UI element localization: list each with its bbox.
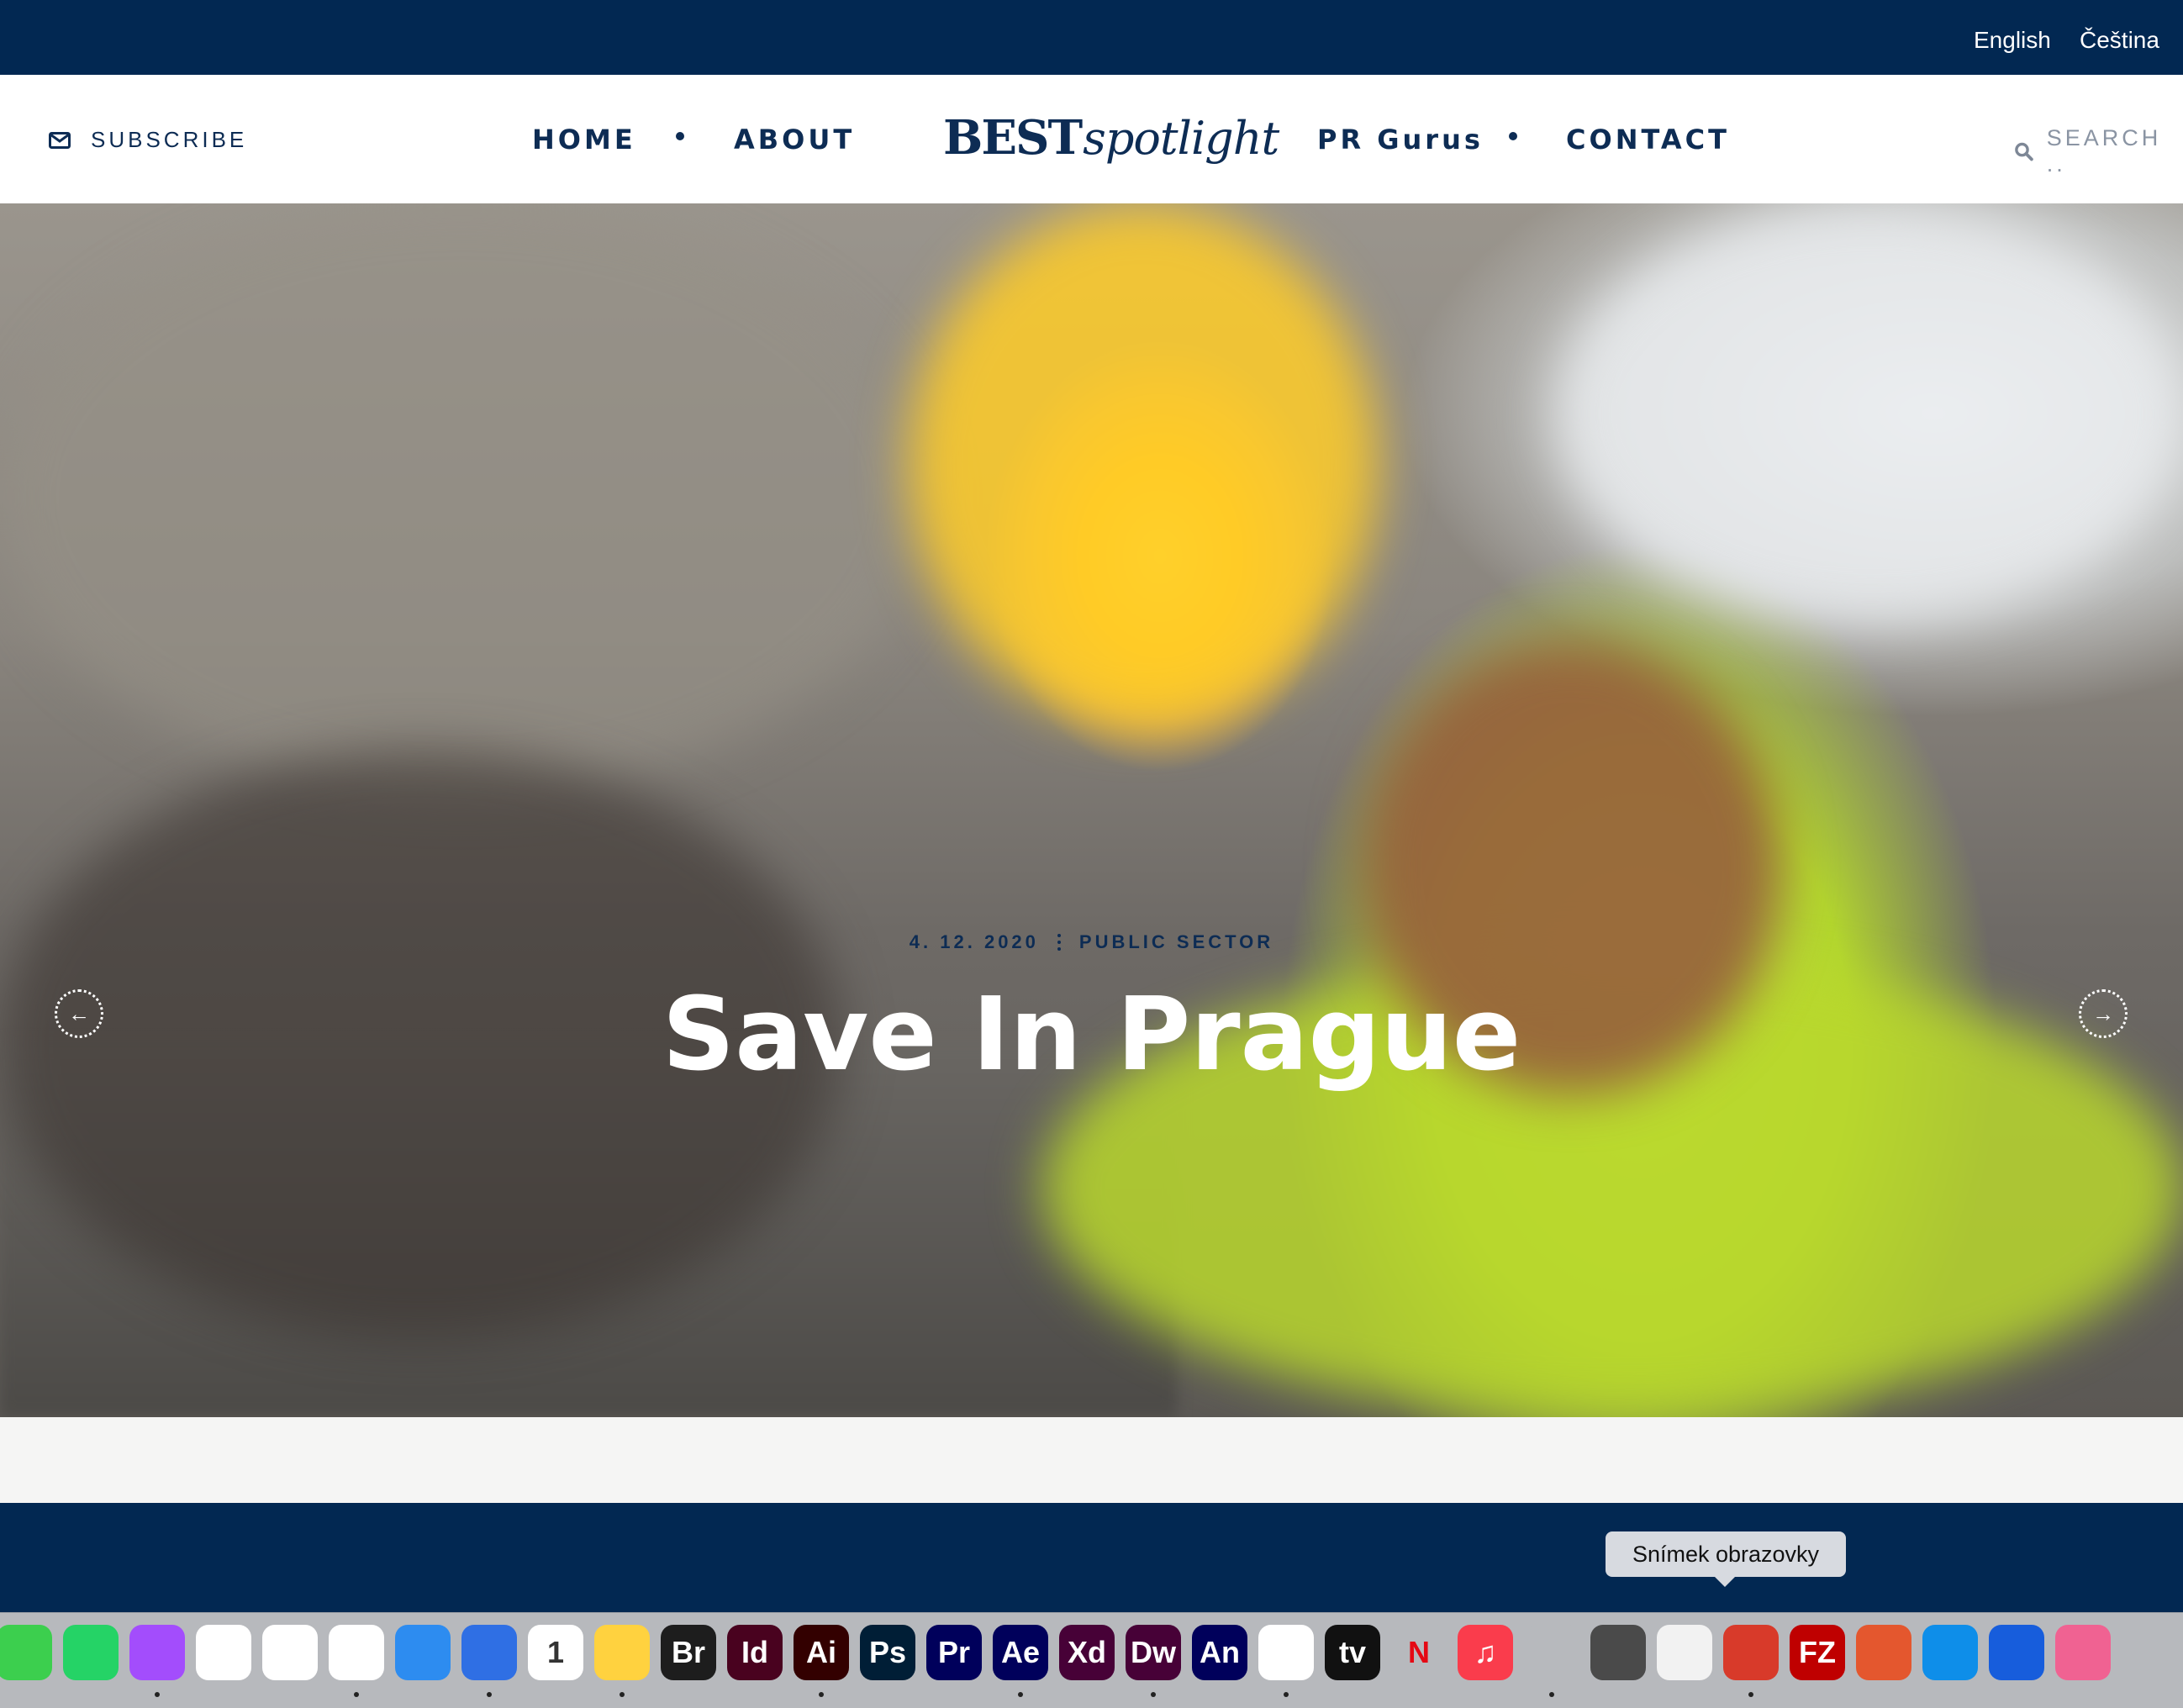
home-icon[interactable]: [1258, 1625, 1314, 1680]
google-photos-icon[interactable]: [262, 1625, 318, 1680]
hero-slide-image: 4. 12. 2020 PUBLIC SECTOR Save In Prague…: [0, 203, 2183, 1417]
tips-icon[interactable]: [594, 1625, 650, 1680]
subscribe-button[interactable]: SUBSCRIBE: [49, 127, 247, 153]
bridge-icon[interactable]: Br: [661, 1625, 716, 1680]
logo-script-text: spotlight: [1083, 112, 1279, 165]
nav-home[interactable]: HOME: [532, 124, 636, 156]
language-czech-link[interactable]: Čeština: [2080, 27, 2159, 54]
animate-icon[interactable]: An: [1192, 1625, 1247, 1680]
music-icon[interactable]: ♫: [1458, 1625, 1513, 1680]
logo-bold-text: BEST: [943, 110, 1083, 166]
dock-running-indicator: [1151, 1692, 1156, 1697]
messenger-icon[interactable]: [129, 1625, 185, 1680]
macos-dock: 1 Br Id Ai Ps Pr Ae Xd Dw An tv N ♫ FZ: [0, 1612, 2183, 1708]
dock-running-indicator: [1018, 1692, 1023, 1697]
dock-tooltip: Snímek obrazovky: [1606, 1531, 1846, 1587]
whatsapp-icon[interactable]: [63, 1625, 119, 1680]
calculator-icon[interactable]: [1590, 1625, 1646, 1680]
post-title[interactable]: Save In Prague: [0, 977, 2183, 1094]
vlc-icon[interactable]: [1524, 1625, 1579, 1680]
compass-icon[interactable]: [1723, 1625, 1779, 1680]
teamviewer-icon[interactable]: [1922, 1625, 1978, 1680]
screenshot-icon[interactable]: [1657, 1625, 1712, 1680]
dreamweaver-icon[interactable]: Dw: [1126, 1625, 1181, 1680]
indesign-icon[interactable]: Id: [727, 1625, 783, 1680]
premiere-icon[interactable]: Pr: [926, 1625, 982, 1680]
calendar-icon[interactable]: 1: [528, 1625, 583, 1680]
dock-running-indicator: [620, 1692, 625, 1697]
nav-separator: [676, 132, 684, 140]
search-icon: [2015, 142, 2033, 161]
xd-icon[interactable]: Xd: [1059, 1625, 1115, 1680]
dock-running-indicator: [1549, 1692, 1554, 1697]
slider-prev-arrow-icon[interactable]: ←: [55, 989, 103, 1038]
illustrator-icon[interactable]: Ai: [794, 1625, 849, 1680]
site-logo[interactable]: BEST spotlight: [943, 110, 1279, 169]
dock-running-indicator: [155, 1692, 160, 1697]
cleanmymac-icon[interactable]: [2055, 1625, 2111, 1680]
netflix-icon[interactable]: N: [1391, 1625, 1447, 1680]
search-field[interactable]: SEARCH ..: [2014, 125, 2183, 177]
language-english-link[interactable]: English: [1974, 27, 2051, 54]
envelope-icon: [49, 131, 71, 149]
slider-next-arrow-icon[interactable]: →: [2079, 989, 2128, 1038]
google-maps-icon[interactable]: [196, 1625, 251, 1680]
dock-running-indicator: [819, 1692, 824, 1697]
spark-icon[interactable]: [461, 1625, 517, 1680]
photoshop-icon[interactable]: Ps: [860, 1625, 915, 1680]
subscribe-label: SUBSCRIBE: [91, 127, 248, 152]
post-category[interactable]: PUBLIC SECTOR: [1079, 931, 1273, 953]
nav-separator: [1509, 132, 1517, 140]
chrome-icon[interactable]: [329, 1625, 384, 1680]
nav-about[interactable]: ABOUT: [734, 124, 855, 156]
filezilla-icon[interactable]: FZ: [1790, 1625, 1845, 1680]
post-meta: 4. 12. 2020 PUBLIC SECTOR: [0, 931, 2183, 953]
meta-separator: [1057, 931, 1061, 953]
apple-tv-icon[interactable]: tv: [1325, 1625, 1380, 1680]
language-bar: English Čeština: [0, 0, 2183, 75]
search-placeholder: SEARCH ..: [2046, 125, 2162, 177]
bitwarden-icon[interactable]: [1989, 1625, 2044, 1680]
dock-running-indicator: [487, 1692, 492, 1697]
post-date: 4. 12. 2020: [909, 931, 1039, 952]
after-effects-icon[interactable]: Ae: [993, 1625, 1048, 1680]
site-header: SUBSCRIBE HOME ABOUT BEST spotlight PR G…: [0, 75, 2183, 203]
dock-running-indicator: [354, 1692, 359, 1697]
nav-contact[interactable]: CONTACT: [1566, 124, 1730, 156]
nav-pr-gurus[interactable]: PR Gurus: [1317, 124, 1484, 156]
site-footer: [0, 1503, 2183, 1612]
safari-icon[interactable]: [395, 1625, 451, 1680]
dock-running-indicator: [1748, 1692, 1753, 1697]
facetime-icon[interactable]: [0, 1625, 52, 1680]
content-spacer: [0, 1417, 2183, 1503]
dock-running-indicator: [1284, 1692, 1289, 1697]
remote-desktop-icon[interactable]: [1856, 1625, 1911, 1680]
